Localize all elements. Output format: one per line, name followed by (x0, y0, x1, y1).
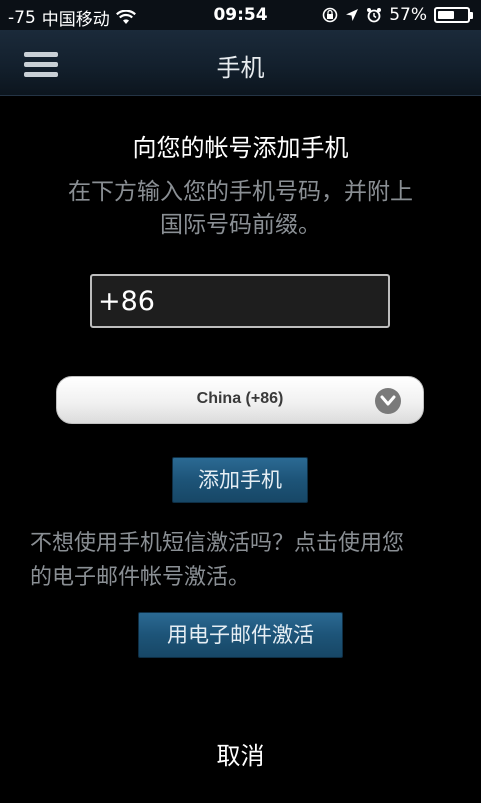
email-alternative-text: 不想使用手机短信激活吗？点击使用您 的电子邮件帐号激活。 (30, 527, 451, 595)
country-code-select[interactable]: China (+86) (56, 376, 424, 424)
app-header: 手机 (0, 30, 481, 96)
rotation-lock-icon (322, 7, 338, 23)
add-phone-button[interactable]: 添加手机 (172, 457, 308, 503)
battery-percent: 57% (389, 5, 427, 25)
status-bar: -75 中国移动 09:54 57% (0, 0, 481, 30)
wifi-icon (115, 10, 136, 25)
phone-screen: -75 中国移动 09:54 57% 手机 向您的帐号添加手机 在下方输入您的手… (0, 0, 481, 803)
alt-text-line-1: 不想使用手机短信激活吗？点击使用您 (30, 531, 405, 556)
alarm-clock-icon (366, 7, 382, 23)
add-phone-heading: 向您的帐号添加手机 (132, 134, 349, 162)
country-selected-value: China (+86) (196, 390, 284, 407)
chevron-down-icon (375, 388, 401, 414)
battery-fill (438, 11, 454, 19)
status-right: 57% (322, 5, 473, 25)
phone-number-input[interactable] (90, 274, 390, 328)
cancel-button[interactable]: 取消 (0, 736, 481, 771)
location-arrow-icon (345, 8, 359, 22)
page-title: 手机 (216, 54, 265, 82)
instructions-line-2: 国际号码前缀。 (160, 212, 321, 238)
alt-text-line-2: 的电子邮件帐号激活。 (30, 565, 251, 590)
carrier-name: 中国移动 (41, 10, 110, 30)
battery-icon (434, 7, 473, 23)
signal-strength: -75 (8, 7, 36, 28)
status-left: -75 中国移动 (8, 5, 136, 30)
instructions-line-1: 在下方输入您的手机号码，并附上 (68, 179, 413, 205)
email-activate-button[interactable]: 用电子邮件激活 (138, 612, 343, 658)
instructions-text: 在下方输入您的手机号码，并附上 国际号码前缀。 (30, 176, 451, 242)
